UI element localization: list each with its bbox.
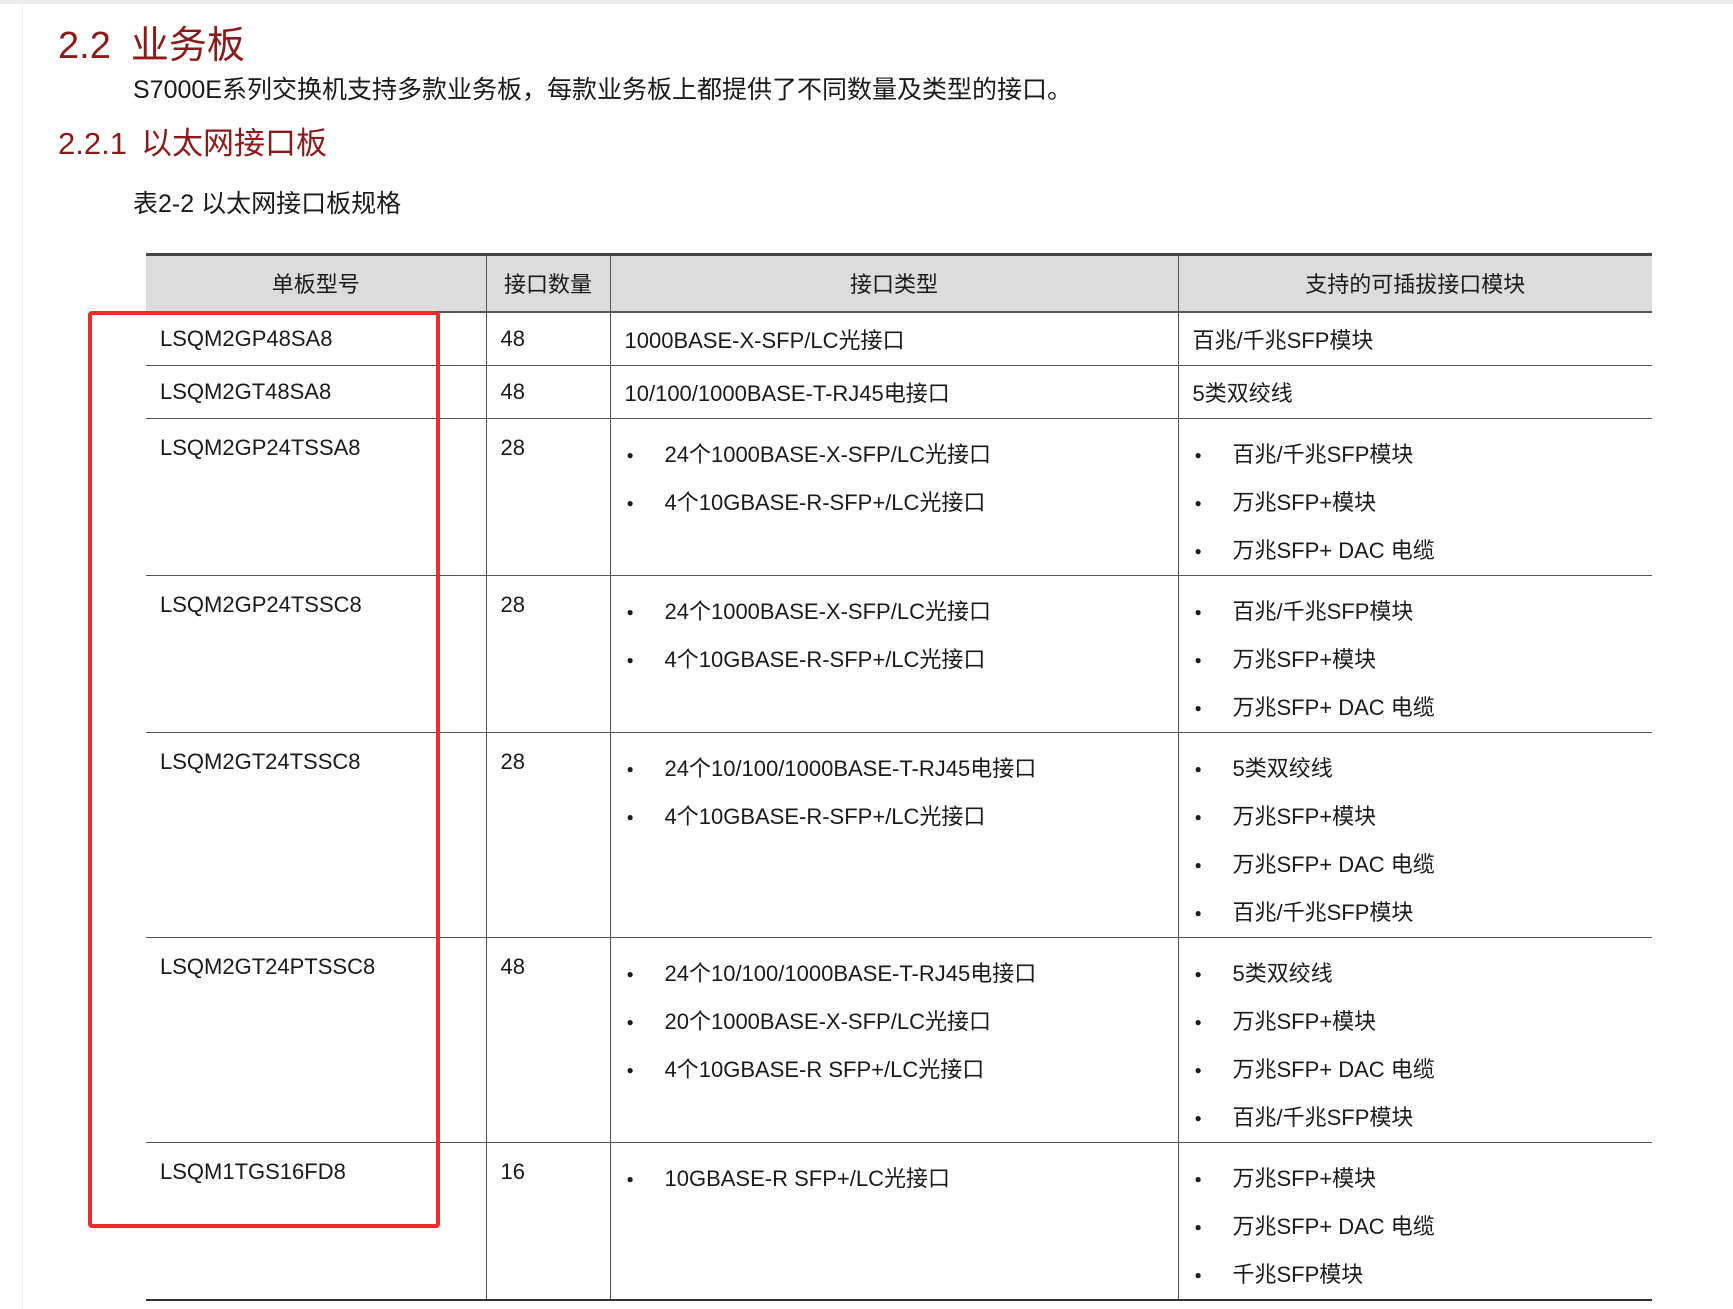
cell-module: 百兆/千兆SFP模块 xyxy=(1177,311,1652,366)
module-item: 万兆SFP+ DAC 电缆 xyxy=(1193,841,1639,889)
cell-types: 24个1000BASE-X-SFP/LC光接口 4个10GBASE-R-SFP+… xyxy=(609,575,1178,733)
cell-module: 5类双绞线 xyxy=(1177,365,1652,419)
left-margin-line xyxy=(22,0,23,1309)
header-model: 单板型号 xyxy=(146,253,486,313)
table-row: LSQM2GT48SA8 48 10/100/1000BASE-T-RJ45电接… xyxy=(146,365,1652,419)
header-modules: 支持的可插拔接口模块 xyxy=(1177,253,1652,313)
count-text: 28 xyxy=(500,434,525,460)
type-item: 4个10GBASE-R-SFP+/LC光接口 xyxy=(625,479,1164,527)
count-text: 28 xyxy=(500,748,525,774)
type-item: 24个1000BASE-X-SFP/LC光接口 xyxy=(625,431,1164,479)
cell-types: 24个1000BASE-X-SFP/LC光接口 4个10GBASE-R-SFP+… xyxy=(609,418,1178,576)
type-list: 24个1000BASE-X-SFP/LC光接口 4个10GBASE-R-SFP+… xyxy=(625,576,1164,684)
type-item: 10GBASE-R SFP+/LC光接口 xyxy=(625,1155,1164,1203)
top-border xyxy=(0,0,1733,4)
type-list: 10GBASE-R SFP+/LC光接口 xyxy=(625,1143,1164,1203)
module-list: 5类双绞线 万兆SFP+模块 万兆SFP+ DAC 电缆 百兆/千兆SFP模块 xyxy=(1193,938,1639,1142)
module-item: 万兆SFP+ DAC 电缆 xyxy=(1193,1046,1639,1094)
module-list: 5类双绞线 万兆SFP+模块 万兆SFP+ DAC 电缆 百兆/千兆SFP模块 xyxy=(1193,733,1639,937)
cell-count: 28 xyxy=(485,732,610,938)
count-text: 48 xyxy=(500,953,525,979)
cell-modules: 5类双绞线 万兆SFP+模块 万兆SFP+ DAC 电缆 百兆/千兆SFP模块 xyxy=(1177,937,1652,1143)
cell-count: 28 xyxy=(485,575,610,733)
subsection-heading: 2.2.1 以太网接口板 xyxy=(58,118,327,163)
count-text: 16 xyxy=(500,1158,525,1184)
cell-model: LSQM2GP48SA8 xyxy=(146,311,486,366)
type-list: 24个1000BASE-X-SFP/LC光接口 4个10GBASE-R-SFP+… xyxy=(625,419,1164,527)
module-item: 千兆SFP模块 xyxy=(1193,1251,1639,1299)
module-item: 万兆SFP+模块 xyxy=(1193,1155,1639,1203)
module-item: 万兆SFP+模块 xyxy=(1193,793,1639,841)
section-number: 2.2 xyxy=(58,25,111,67)
type-list: 24个10/100/1000BASE-T-RJ45电接口 20个1000BASE… xyxy=(625,938,1164,1094)
section-title: 业务板 xyxy=(130,25,245,67)
module-item: 万兆SFP+ DAC 电缆 xyxy=(1193,527,1639,575)
table-row: LSQM2GT24TSSC8 28 24个10/100/1000BASE-T-R… xyxy=(146,732,1652,938)
cell-count: 48 xyxy=(485,937,610,1143)
cell-model: LSQM2GT24PTSSC8 xyxy=(146,937,486,1143)
spec-table: 单板型号 接口数量 接口类型 支持的可插拔接口模块 LSQM2GP48SA8 4… xyxy=(146,253,1652,1301)
type-item: 4个10GBASE-R-SFP+/LC光接口 xyxy=(625,793,1164,841)
cell-modules: 百兆/千兆SFP模块 万兆SFP+模块 万兆SFP+ DAC 电缆 xyxy=(1177,575,1652,733)
cell-count: 48 xyxy=(485,365,610,419)
cell-model: LSQM2GT24TSSC8 xyxy=(146,732,486,938)
cell-count: 48 xyxy=(485,311,610,366)
module-list: 百兆/千兆SFP模块 万兆SFP+模块 万兆SFP+ DAC 电缆 xyxy=(1193,419,1639,575)
module-item: 万兆SFP+模块 xyxy=(1193,479,1639,527)
model-text: LSQM2GT24TSSC8 xyxy=(160,748,361,774)
section-heading: 2.2 业务板 xyxy=(58,14,245,69)
module-list: 百兆/千兆SFP模块 万兆SFP+模块 万兆SFP+ DAC 电缆 xyxy=(1193,576,1639,732)
cell-types: 24个10/100/1000BASE-T-RJ45电接口 20个1000BASE… xyxy=(609,937,1178,1143)
table-caption: 表2-2 以太网接口板规格 xyxy=(133,190,402,218)
module-list: 万兆SFP+模块 万兆SFP+ DAC 电缆 千兆SFP模块 xyxy=(1193,1143,1639,1299)
cell-types: 24个10/100/1000BASE-T-RJ45电接口 4个10GBASE-R… xyxy=(609,732,1178,938)
module-item: 万兆SFP+模块 xyxy=(1193,998,1639,1046)
cell-type: 1000BASE-X-SFP/LC光接口 xyxy=(609,311,1178,366)
cell-modules: 5类双绞线 万兆SFP+模块 万兆SFP+ DAC 电缆 百兆/千兆SFP模块 xyxy=(1177,732,1652,938)
cell-model: LSQM2GP24TSSA8 xyxy=(146,418,486,576)
cell-count: 28 xyxy=(485,418,610,576)
table-row: LSQM2GP24TSSA8 28 24个1000BASE-X-SFP/LC光接… xyxy=(146,418,1652,576)
count-text: 28 xyxy=(500,591,525,617)
model-text: LSQM2GT24PTSSC8 xyxy=(160,953,376,979)
cell-model: LSQM1TGS16FD8 xyxy=(146,1142,486,1301)
module-item: 百兆/千兆SFP模块 xyxy=(1193,1094,1639,1142)
subsection-number: 2.2.1 xyxy=(58,126,127,161)
cell-model: LSQM2GP24TSSC8 xyxy=(146,575,486,733)
table-header-row: 单板型号 接口数量 接口类型 支持的可插拔接口模块 xyxy=(146,253,1652,313)
module-item: 百兆/千兆SFP模块 xyxy=(1193,431,1639,479)
type-item: 24个10/100/1000BASE-T-RJ45电接口 xyxy=(625,950,1164,998)
cell-count: 16 xyxy=(485,1142,610,1301)
module-item: 5类双绞线 xyxy=(1193,745,1639,793)
model-text: LSQM2GP24TSSC8 xyxy=(160,591,362,617)
type-list: 24个10/100/1000BASE-T-RJ45电接口 4个10GBASE-R… xyxy=(625,733,1164,841)
type-item: 4个10GBASE-R-SFP+/LC光接口 xyxy=(625,636,1164,684)
cell-modules: 万兆SFP+模块 万兆SFP+ DAC 电缆 千兆SFP模块 xyxy=(1177,1142,1652,1301)
type-item: 20个1000BASE-X-SFP/LC光接口 xyxy=(625,998,1164,1046)
table-row: LSQM1TGS16FD8 16 10GBASE-R SFP+/LC光接口 万兆… xyxy=(146,1142,1652,1301)
subsection-title: 以太网接口板 xyxy=(140,126,327,161)
table-row: LSQM2GP24TSSC8 28 24个1000BASE-X-SFP/LC光接… xyxy=(146,575,1652,733)
module-item: 百兆/千兆SFP模块 xyxy=(1193,588,1639,636)
type-item: 24个10/100/1000BASE-T-RJ45电接口 xyxy=(625,745,1164,793)
module-item: 百兆/千兆SFP模块 xyxy=(1193,889,1639,937)
cell-model: LSQM2GT48SA8 xyxy=(146,365,486,419)
module-item: 万兆SFP+ DAC 电缆 xyxy=(1193,1203,1639,1251)
model-text: LSQM2GP24TSSA8 xyxy=(160,434,361,460)
module-item: 万兆SFP+模块 xyxy=(1193,636,1639,684)
module-item: 万兆SFP+ DAC 电缆 xyxy=(1193,684,1639,732)
cell-types: 10GBASE-R SFP+/LC光接口 xyxy=(609,1142,1178,1301)
intro-paragraph: S7000E系列交换机支持多款业务板，每款业务板上都提供了不同数量及类型的接口。 xyxy=(133,76,1072,104)
model-text: LSQM1TGS16FD8 xyxy=(160,1158,346,1184)
cell-modules: 百兆/千兆SFP模块 万兆SFP+模块 万兆SFP+ DAC 电缆 xyxy=(1177,418,1652,576)
header-type: 接口类型 xyxy=(609,253,1178,313)
cell-type: 10/100/1000BASE-T-RJ45电接口 xyxy=(609,365,1178,419)
module-item: 5类双绞线 xyxy=(1193,950,1639,998)
table-row: LSQM2GT24PTSSC8 48 24个10/100/1000BASE-T-… xyxy=(146,937,1652,1143)
header-count: 接口数量 xyxy=(485,253,610,313)
table-row: LSQM2GP48SA8 48 1000BASE-X-SFP/LC光接口 百兆/… xyxy=(146,311,1652,366)
type-item: 24个1000BASE-X-SFP/LC光接口 xyxy=(625,588,1164,636)
type-item: 4个10GBASE-R SFP+/LC光接口 xyxy=(625,1046,1164,1094)
